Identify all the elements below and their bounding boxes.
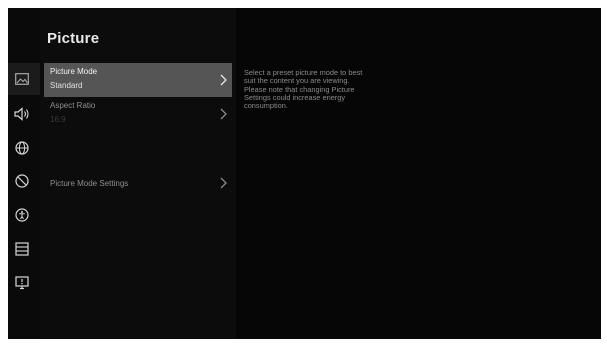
network-icon[interactable]: [12, 138, 32, 158]
picture-icon[interactable]: [8, 63, 40, 95]
chevron-right-icon: [220, 74, 227, 86]
menu-item-picture-mode-settings[interactable]: Picture Mode Settings: [44, 166, 232, 200]
support-icon[interactable]: [12, 273, 32, 293]
menu-item-label: Picture Mode: [50, 67, 98, 76]
menu-item-label: Aspect Ratio: [50, 101, 96, 110]
menu-item-aspect-ratio[interactable]: Aspect Ratio 16:9: [44, 97, 232, 131]
chevron-right-icon: [220, 108, 227, 120]
privacy-icon[interactable]: [12, 171, 32, 191]
menu-item-picture-mode[interactable]: Picture Mode Standard: [44, 63, 232, 97]
menu-item-value: Standard: [50, 81, 83, 90]
tv-settings-screen: Picture Picture Mode Standard Aspect Rat…: [8, 8, 601, 339]
system-icon[interactable]: [12, 239, 32, 259]
menu-item-label: Picture Mode Settings: [50, 179, 129, 188]
help-description: Select a preset picture mode to best sui…: [244, 68, 363, 111]
page-title: Picture: [47, 30, 100, 47]
sound-icon[interactable]: [12, 104, 32, 124]
menu-item-value: 16:9: [50, 115, 66, 124]
chevron-right-icon: [220, 177, 227, 189]
category-rail: [8, 8, 40, 339]
accessibility-icon[interactable]: [12, 205, 32, 225]
